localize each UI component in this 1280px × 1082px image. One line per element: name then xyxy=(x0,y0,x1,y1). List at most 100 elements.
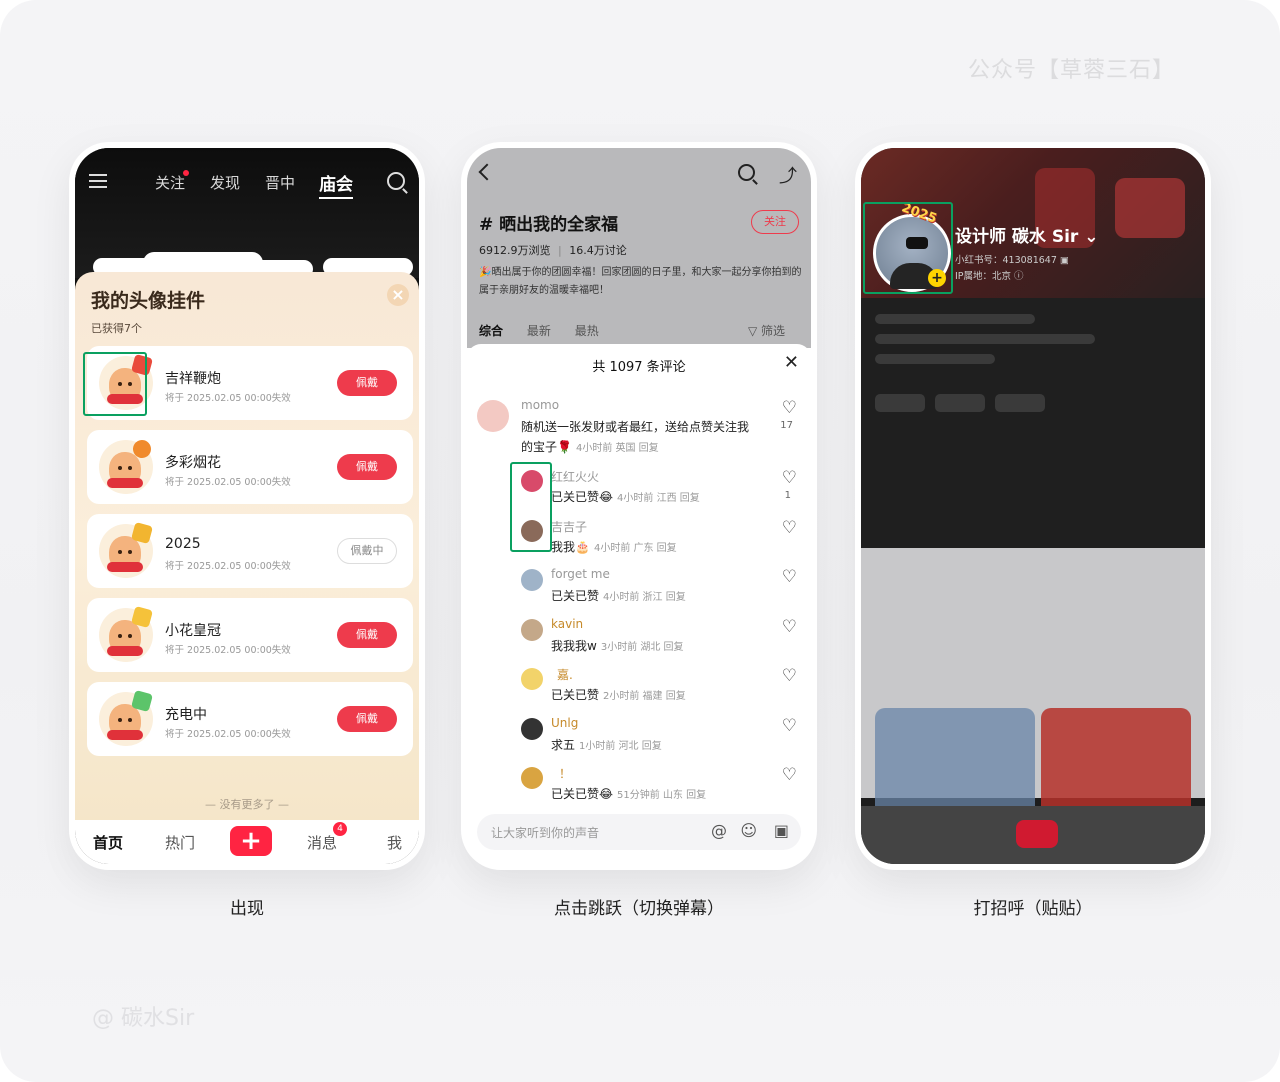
discussion-count: 16.4万讨论 xyxy=(569,244,627,257)
comment-text: 已关已赞 4小时前 浙江 回复 xyxy=(551,589,686,603)
phone-profile: + 2025 设计师 碳水 Sir ⌄ 小红书号：413081647 ▣ IP属… xyxy=(855,142,1211,870)
views-count: 6912.9万浏览 xyxy=(479,244,551,257)
comment-item[interactable]: momo 随机送一张发财或者最红，送给点赞关注我 的宝子🌹 4小时前 英国 回复 … xyxy=(467,396,811,456)
tab-latest[interactable]: 最新 xyxy=(527,324,551,338)
comment-nick[interactable]: 嘉. xyxy=(557,666,573,683)
sort-tabs: 综合 最新 最热 ▽ 筛选 xyxy=(479,322,805,339)
tab-overall[interactable]: 综合 xyxy=(479,324,503,338)
pendant-expiry: 将于 2025.02.05 00:00失效 xyxy=(165,393,291,404)
pendant-item[interactable]: 小花皇冠 将于 2025.02.05 00:00失效 佩戴 xyxy=(87,598,413,672)
comment-nick[interactable]: momo xyxy=(521,398,559,412)
heart-icon[interactable]: ♡ xyxy=(782,567,797,587)
xhs-id: 小红书号：413081647 ▣ xyxy=(955,255,1069,266)
tab-discover[interactable]: 发现 xyxy=(210,172,240,193)
publish-button[interactable]: + xyxy=(230,826,272,856)
highlight-box xyxy=(510,462,552,552)
topic-stats: 6912.9万浏览 | 16.4万讨论 xyxy=(479,244,627,257)
pendant-name: 多彩烟花 xyxy=(165,455,221,471)
watermark-top: 公众号【草蓉三石】 xyxy=(968,58,1176,83)
wear-button[interactable]: 佩戴 xyxy=(337,370,397,396)
tab-me[interactable]: 我 xyxy=(387,832,402,853)
pendant-item[interactable]: 多彩烟花 将于 2025.02.05 00:00失效 佩戴 xyxy=(87,430,413,504)
tab-hottest[interactable]: 最热 xyxy=(575,324,599,338)
caption-greet: 打招呼（贴贴） xyxy=(973,899,1093,919)
topic-description: 🎉晒出属于你的团圆幸福！回家团圆的日子里，和大家一起分享你拍到的属于亲朋好友的温… xyxy=(479,267,802,296)
ip-location: IP属地：北京 ⓘ xyxy=(955,271,1024,282)
heart-icon[interactable]: ♡ xyxy=(782,617,797,637)
tab-local[interactable]: 晋中 xyxy=(265,172,295,193)
reply-item[interactable]: ！ 已关已赞😂 51分钟前 山东 回复 ♡ xyxy=(467,763,811,807)
pendant-item[interactable]: 2025 将于 2025.02.05 00:00失效 佩戴中 xyxy=(87,514,413,588)
comment-nick[interactable]: ！ xyxy=(559,765,571,782)
share-icon[interactable]: ⤴ xyxy=(779,162,797,188)
back-icon[interactable] xyxy=(478,163,496,181)
phone-comments: ⤴ # 晒出我的全家福 关注 6912.9万浏览 | 16.4万讨论 🎉晒出属于… xyxy=(461,142,817,870)
heart-icon[interactable]: ♡ xyxy=(782,716,797,736)
comment-nick[interactable]: kavin xyxy=(551,617,583,631)
search-icon[interactable] xyxy=(387,172,405,190)
highlight-box xyxy=(863,202,953,294)
at-icon[interactable]: @ xyxy=(711,821,727,840)
reply-item[interactable]: 嘉. 已关已赞 2小时前 福建 回复 ♡ xyxy=(467,664,811,708)
wear-button[interactable]: 佩戴 xyxy=(337,706,397,732)
avatar[interactable] xyxy=(521,569,543,591)
publish-button[interactable] xyxy=(1016,820,1058,848)
heart-icon[interactable]: ♡ xyxy=(782,518,797,538)
avatar[interactable] xyxy=(521,619,543,641)
tab-messages[interactable]: 消息 xyxy=(307,832,337,853)
bottom-tabbar xyxy=(861,806,1205,864)
search-icon[interactable] xyxy=(738,164,755,181)
input-placeholder: 让大家听到你的声音 xyxy=(491,826,600,840)
like-count: 1 xyxy=(784,490,791,501)
pendant-item[interactable]: 充电中 将于 2025.02.05 00:00失效 佩戴 xyxy=(87,682,413,756)
heart-icon[interactable]: ♡ xyxy=(782,398,797,418)
comment-input[interactable]: 让大家听到你的声音 @ ☺ ▣ xyxy=(477,814,801,850)
tab-hot[interactable]: 热门 xyxy=(165,832,195,853)
avatar[interactable] xyxy=(521,668,543,690)
pendant-name: 2025 xyxy=(165,536,201,552)
close-icon[interactable]: × xyxy=(387,284,409,306)
heart-icon[interactable]: ♡ xyxy=(782,468,797,488)
comment-text: 求五 1小时前 河北 回复 xyxy=(551,738,662,752)
pendant-name: 充电中 xyxy=(165,707,207,723)
profile-info-blurred xyxy=(861,298,1205,548)
avatar xyxy=(99,437,154,494)
comment-nick[interactable]: forget me xyxy=(551,567,610,581)
bottom-tabbar: 首页 热门 + 消息 4 我 xyxy=(75,820,419,864)
emoji-icon[interactable]: ☺ xyxy=(740,821,757,840)
watermark-bottom: @ 碳水Sir xyxy=(92,1006,195,1031)
avatar[interactable] xyxy=(521,767,543,789)
comment-text: 我我我w 3小时前 湖北 回复 xyxy=(551,639,684,653)
comment-nick[interactable]: 吉吉子 xyxy=(551,518,587,535)
heart-icon[interactable]: ♡ xyxy=(782,666,797,686)
close-icon[interactable]: ✕ xyxy=(784,352,799,373)
comment-nick[interactable]: Unlg xyxy=(551,716,578,730)
tab-home[interactable]: 首页 xyxy=(93,832,123,853)
topic-title: # 晒出我的全家福 xyxy=(479,215,619,235)
profile-name[interactable]: 设计师 碳水 Sir ⌄ xyxy=(955,222,1098,247)
sheet-subtitle: 已获得7个 xyxy=(91,322,142,335)
reply-item[interactable]: kavin 我我我w 3小时前 湖北 回复 ♡ xyxy=(467,615,811,659)
avatar[interactable] xyxy=(521,718,543,740)
reply-item[interactable]: Unlg 求五 1小时前 河北 回复 ♡ xyxy=(467,714,811,758)
comment-nick[interactable]: 红红火火 xyxy=(551,468,599,485)
pendant-expiry: 将于 2025.02.05 00:00失效 xyxy=(165,645,291,656)
filter-button[interactable]: ▽ 筛选 xyxy=(748,322,785,339)
like-count: 17 xyxy=(780,420,793,431)
no-more-label: — 没有更多了 — xyxy=(205,798,289,811)
avatar[interactable] xyxy=(477,400,509,432)
menu-icon[interactable] xyxy=(89,174,107,188)
comment-text: 我我🎂 4小时前 广东 回复 xyxy=(551,540,677,554)
wear-button[interactable]: 佩戴 xyxy=(337,622,397,648)
image-icon[interactable]: ▣ xyxy=(774,821,789,840)
follow-button[interactable]: 关注 xyxy=(751,210,799,234)
wearing-button[interactable]: 佩戴中 xyxy=(337,538,397,564)
wear-button[interactable]: 佩戴 xyxy=(337,454,397,480)
heart-icon[interactable]: ♡ xyxy=(782,765,797,785)
pendant-expiry: 将于 2025.02.05 00:00失效 xyxy=(165,729,291,740)
reply-item[interactable]: forget me 已关已赞 4小时前 浙江 回复 ♡ xyxy=(467,565,811,609)
tab-follow[interactable]: 关注 xyxy=(155,172,185,193)
comment-text: 随机送一张发财或者最红，送给点赞关注我 xyxy=(521,420,750,434)
canvas-background: 公众号【草蓉三石】 @ 碳水Sir 关注 发现 晋中 庙会 我的头像挂件 已获得… xyxy=(0,0,1280,1082)
tab-temple-fair[interactable]: 庙会 xyxy=(319,170,353,199)
